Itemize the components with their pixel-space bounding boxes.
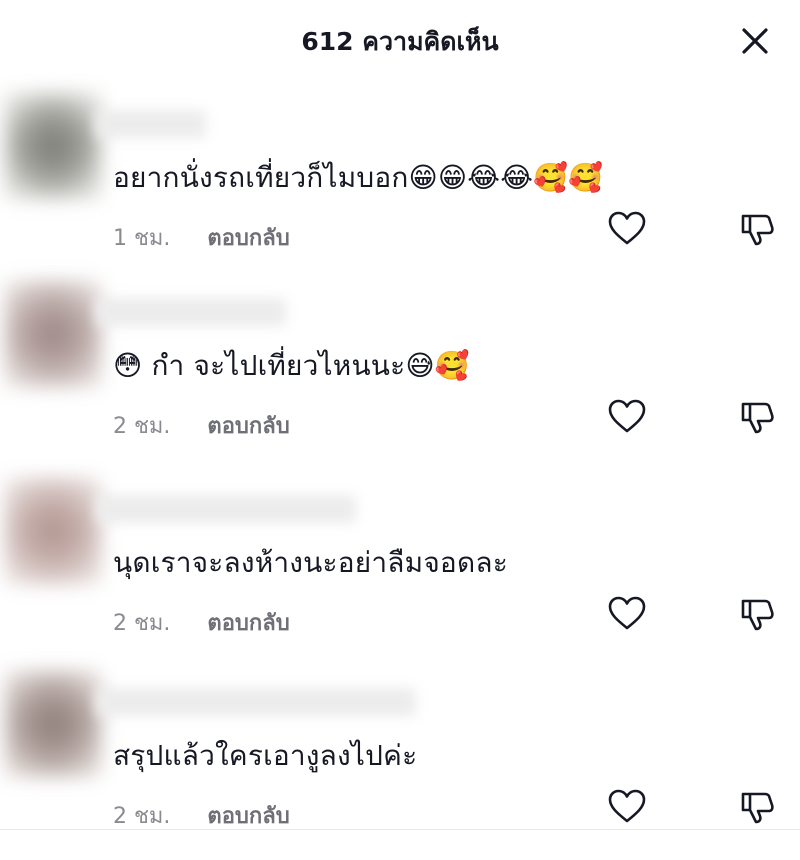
username-blurred[interactable] [96,495,356,523]
thumbs-down-icon [741,214,774,246]
comment-meta: 2 ชม. ตอบกลับ [113,408,290,443]
comment-text: อยากนั่งรถเที่ยวก็ไมบอก😁😁😂😂🥰🥰 [113,161,604,194]
close-icon [742,28,768,54]
comment-item: 😳 กำ จะไปเที่ยวไหนนะ😅🥰 2 ชม. ตอบกลับ [0,280,800,470]
comment-item: อยากนั่งรถเที่ยวก็ไมบอก😁😁😂😂🥰🥰 1 ชม. ตอบก… [0,92,800,282]
like-button[interactable] [606,593,648,635]
comment-text: 😳 กำ จะไปเที่ยวไหนนะ😅🥰 [113,349,470,382]
comment-meta: 2 ชม. ตอบกลับ [113,798,290,833]
heart-outline-icon [608,399,646,433]
reply-button[interactable]: ตอบกลับ [207,611,289,636]
comment-meta: 2 ชม. ตอบกลับ [113,605,290,640]
dislike-button[interactable] [736,208,778,250]
heart-outline-icon [608,211,646,245]
dislike-button[interactable] [736,593,778,635]
heart-outline-icon [608,789,646,823]
username-blurred[interactable] [96,298,286,326]
comment-time: 1 ชม. [113,226,171,251]
comment-item: นุดเราจะลงห้างนะอย่าลืมจอดละ 2 ชม. ตอบกล… [0,477,800,667]
comment-meta: 1 ชม. ตอบกลับ [113,220,290,255]
avatar[interactable] [4,670,102,778]
reply-button[interactable]: ตอบกลับ [207,226,289,251]
comment-time: 2 ชม. [113,804,171,829]
heart-outline-icon [608,596,646,630]
reply-button[interactable]: ตอบกลับ [207,804,289,829]
comments-header: 612 ความคิดเห็น [0,0,800,84]
comment-text: สรุปแล้วใครเอางูลงไปค่ะ [113,739,418,772]
bottom-divider [0,829,800,830]
close-button[interactable] [738,24,772,58]
comment-text: นุดเราจะลงห้างนะอย่าลืมจอดละ [113,546,508,579]
comment-item: สรุปแล้วใครเอางูลงไปค่ะ 2 ชม. ตอบกลับ [0,670,800,860]
comment-time: 2 ชม. [113,414,171,439]
dislike-button[interactable] [736,786,778,828]
comment-count-title: 612 ความคิดเห็น [301,27,499,56]
like-button[interactable] [606,208,648,250]
like-button[interactable] [606,786,648,828]
avatar[interactable] [4,477,102,585]
thumbs-down-icon [741,402,774,434]
avatar[interactable] [4,280,102,388]
dislike-button[interactable] [736,396,778,438]
reply-button[interactable]: ตอบกลับ [207,414,289,439]
thumbs-down-icon [741,599,774,631]
username-blurred[interactable] [96,688,416,716]
thumbs-down-icon [741,792,774,824]
username-blurred[interactable] [96,110,206,138]
avatar[interactable] [4,92,102,200]
like-button[interactable] [606,396,648,438]
comment-time: 2 ชม. [113,611,171,636]
